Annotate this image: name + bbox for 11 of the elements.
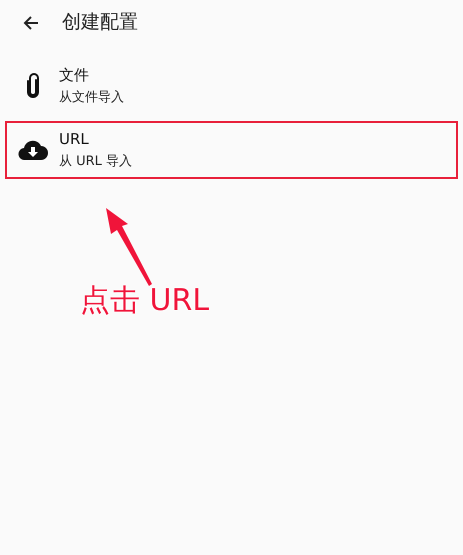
back-arrow-icon: [23, 16, 39, 30]
option-title: 文件: [59, 66, 90, 84]
paperclip-icon: [26, 73, 40, 99]
option-title: URL: [59, 130, 90, 148]
option-subtitle: 从 URL 导入: [59, 154, 132, 170]
import-option[interactable]: URL 从 URL 导入: [5, 121, 458, 179]
cloud-download-icon: [18, 140, 48, 160]
page-title: 创建配置: [62, 10, 138, 36]
import-option[interactable]: 文件 从文件导入: [5, 57, 458, 115]
annotation-text: 点击 URL: [80, 282, 210, 320]
option-subtitle: 从文件导入: [59, 90, 124, 106]
